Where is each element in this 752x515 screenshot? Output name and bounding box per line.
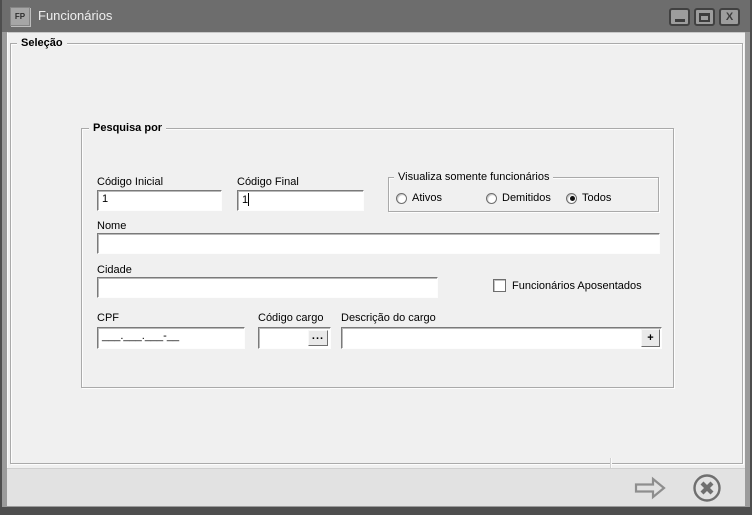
nome-input[interactable] (97, 233, 660, 254)
radio-ativos-label: Ativos (412, 192, 442, 204)
pesquisa-caption: Pesquisa por (89, 122, 166, 135)
window-border-left (0, 0, 2, 515)
close-icon: X (726, 12, 733, 23)
aposentados-label: Funcionários Aposentados (512, 280, 642, 292)
cidade-label: Cidade (97, 264, 132, 276)
selecao-caption: Seleção (17, 37, 67, 50)
app-icon[interactable]: FP (10, 7, 30, 26)
radio-todos-label: Todos (582, 192, 611, 204)
window-controls: X (669, 8, 740, 26)
codigo-final-label: Código Final (237, 176, 299, 188)
window-title: Funcionários (38, 0, 112, 32)
radio-ativos[interactable]: Ativos (396, 192, 442, 204)
maximize-icon (699, 13, 710, 22)
ellipsis-icon: ... (312, 334, 324, 338)
window-border-bottom (0, 507, 752, 515)
maximize-button[interactable] (694, 8, 715, 26)
close-form-button[interactable] (691, 472, 723, 504)
cpf-input[interactable]: ___.___.___-__ (97, 327, 245, 349)
minimize-icon (675, 19, 685, 22)
circle-x-icon (692, 473, 722, 503)
close-button[interactable]: X (719, 8, 740, 26)
descricao-cargo-add-button[interactable]: + (641, 329, 660, 347)
codigo-inicial-input[interactable]: 1 (97, 190, 222, 211)
radio-demitidos[interactable]: Demitidos (486, 192, 551, 204)
minimize-button[interactable] (669, 8, 690, 26)
codigo-inicial-label: Código Inicial (97, 176, 163, 188)
codigo-cargo-lookup-button[interactable]: ... (308, 330, 328, 346)
radio-ativos-icon (396, 193, 407, 204)
nome-label: Nome (97, 220, 126, 232)
visualiza-caption: Visualiza somente funcionários (394, 171, 553, 184)
pesquisa-groupbox (81, 128, 674, 388)
codigo-cargo-label: Código cargo (258, 312, 323, 324)
radio-todos-icon (566, 193, 577, 204)
descricao-cargo-input[interactable] (341, 327, 662, 349)
text-caret (248, 193, 249, 206)
checkbox-icon (493, 279, 506, 292)
cpf-label: CPF (97, 312, 119, 324)
footer-panel-divider (610, 458, 611, 468)
title-bar[interactable]: FP Funcionários X (2, 0, 750, 32)
radio-demitidos-label: Demitidos (502, 192, 551, 204)
codigo-final-input[interactable]: 1 (237, 190, 364, 211)
plus-icon: + (647, 332, 653, 344)
radio-demitidos-icon (486, 193, 497, 204)
arrow-right-icon (632, 475, 668, 501)
proceed-button[interactable] (630, 474, 670, 502)
aposentados-checkbox[interactable]: Funcionários Aposentados (493, 279, 642, 292)
app-window: FP Funcionários X Seleção Pesquisa por C… (0, 0, 752, 515)
radio-todos[interactable]: Todos (566, 192, 611, 204)
descricao-cargo-label: Descrição do cargo (341, 312, 436, 324)
cidade-input[interactable] (97, 277, 438, 298)
